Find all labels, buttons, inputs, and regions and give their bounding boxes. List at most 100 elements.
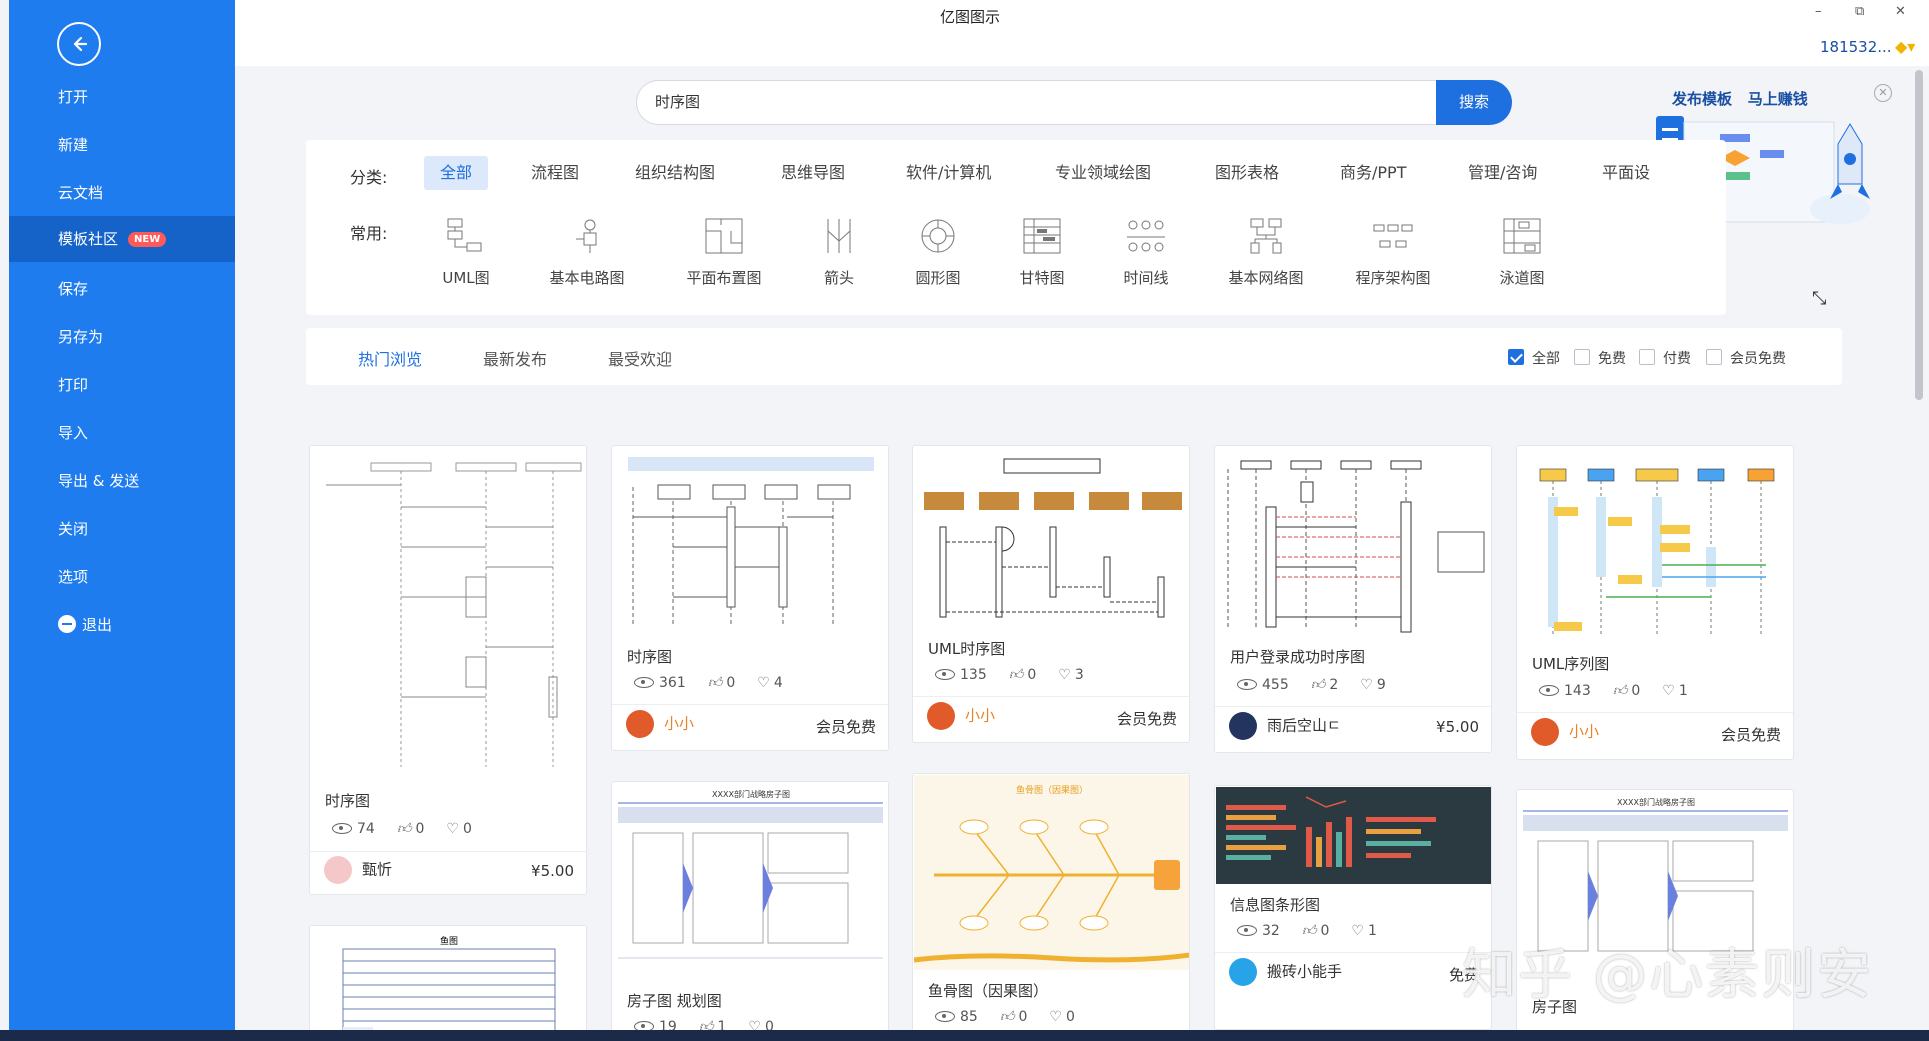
template-card[interactable]: XXXX部门战略房子图 房子图 规划图 19 👍︎ 1 ♡ 0 (611, 781, 889, 1041)
common-circuit[interactable]: 基本电路图 (537, 217, 637, 288)
sidebar-item-export-send[interactable]: 导出 & 发送 (9, 458, 235, 504)
author[interactable]: 雨后空山ㄷ (1229, 712, 1341, 740)
common-floor-plan[interactable]: 平面布置图 (674, 217, 774, 288)
svg-text:XXXX部门战略房子图: XXXX部门战略房子图 (1617, 797, 1695, 807)
scrollbar-thumb[interactable] (1915, 70, 1923, 400)
sidebar-item-open[interactable]: 打开 (9, 74, 235, 120)
eye-icon (935, 1010, 955, 1022)
back-arrow-icon[interactable] (57, 22, 101, 66)
tab-hot[interactable]: 热门浏览 (358, 346, 422, 370)
sidebar-item-cloud-docs[interactable]: 云文档 (9, 170, 235, 216)
filter-paid-checkbox[interactable]: 付费 (1639, 348, 1691, 368)
category-all[interactable]: 全部 (424, 156, 489, 190)
sidebar-item-close[interactable]: 关闭 (9, 506, 235, 552)
category-mindmap[interactable]: 思维导图 (765, 156, 861, 190)
common-architecture[interactable]: 程序架构图 (1343, 217, 1443, 288)
exit-icon (58, 614, 76, 633)
common-network[interactable]: 基本网络图 (1216, 217, 1316, 288)
card-stats: 135 👍︎ 0 ♡ 3 (935, 666, 1106, 683)
sidebar: 打开 新建 云文档 模板社区 NEW 保存 另存为 打印 导入 导出 & 发送 关… (9, 0, 235, 1030)
floor-plan-icon (705, 218, 743, 254)
watermark: 知乎 @心素则安 (1462, 943, 1874, 1006)
filter-vip-free-checkbox[interactable]: 会员免费 (1706, 348, 1786, 368)
common-gantt[interactable]: 甘特图 (992, 217, 1092, 288)
expand-icon[interactable]: ⤡ (1812, 288, 1826, 309)
avatar (1229, 958, 1257, 986)
thumbs-up-icon: 👍︎ (999, 1009, 1015, 1025)
template-card[interactable]: UML序列图 143 👍︎ 0 ♡ 1 小小 会员免费 (1516, 445, 1794, 760)
promo-close-icon[interactable]: ✕ (1874, 84, 1892, 102)
heart-icon: ♡ (1049, 1009, 1062, 1025)
author[interactable]: 搬砖小能手 (1229, 958, 1342, 986)
eye-icon (1237, 924, 1257, 936)
thumbs-up-icon: 👍︎ (396, 821, 412, 837)
price: 会员免费 (815, 718, 876, 736)
category-flowchart[interactable]: 流程图 (515, 156, 595, 190)
author[interactable]: 小小 (1531, 718, 1599, 746)
uml-icon (447, 218, 482, 252)
thumbs-up-icon: 👍︎ (1612, 683, 1628, 699)
filter-bar: 热门浏览 最新发布 最受欢迎 全部 免费 付费 会员免费 (306, 328, 1842, 385)
close-button[interactable]: ✕ (1895, 4, 1906, 19)
author[interactable]: 甄忻 (324, 856, 392, 884)
template-card[interactable]: 鱼骨图（因果图） 鱼骨图（因果图） 85 👍︎ 0 ♡ 0 (912, 773, 1190, 1041)
common-circle[interactable]: 圆形图 (888, 217, 988, 288)
category-business-ppt[interactable]: 商务/PPT (1324, 156, 1422, 190)
gantt-icon (1023, 218, 1061, 254)
category-professional[interactable]: 专业领域绘图 (1039, 156, 1167, 190)
template-card[interactable]: UML时序图 135 👍︎ 0 ♡ 3 小小 会员免费 (912, 445, 1190, 743)
common-swimlane[interactable]: 泳道图 (1472, 217, 1572, 288)
sidebar-item-exit[interactable]: 退出 (9, 602, 235, 648)
search-input[interactable] (655, 81, 1255, 124)
vip-diamond-icon[interactable]: ◆▾ (1895, 37, 1915, 56)
avatar (927, 702, 955, 730)
heart-icon: ♡ (1351, 923, 1364, 939)
template-card[interactable]: 鱼图 (309, 925, 587, 1041)
common-timeline[interactable]: 时间线 (1096, 217, 1196, 288)
user-id[interactable]: 181532... (1820, 38, 1892, 56)
circle-chart-icon (921, 219, 955, 253)
category-org-chart[interactable]: 组织结构图 (619, 156, 731, 190)
template-card[interactable]: 信息图条形图 32 👍︎ 0 ♡ 1 搬砖小能手 免费 (1214, 785, 1492, 1030)
sidebar-item-options[interactable]: 选项 (9, 554, 235, 600)
architecture-icon (1373, 224, 1413, 248)
svg-text:鱼骨图（因果图）: 鱼骨图（因果图） (1016, 784, 1088, 796)
sidebar-item-new[interactable]: 新建 (9, 122, 235, 168)
sidebar-item-import[interactable]: 导入 (9, 410, 235, 456)
template-card[interactable]: 时序图 74 👍︎ 0 ♡ 0 甄忻 ¥5.00 (309, 445, 587, 895)
price: 会员免费 (1720, 726, 1781, 744)
avatar (324, 856, 352, 884)
filter-all-checkbox[interactable]: 全部 (1508, 348, 1560, 368)
search-box: 搜索 (636, 80, 1512, 125)
sidebar-item-save[interactable]: 保存 (9, 266, 235, 312)
checkbox-icon (1574, 349, 1590, 365)
house-diagram-thumbnail: XXXX部门战略房子图 (618, 789, 883, 959)
vertical-scrollbar[interactable] (1912, 70, 1926, 1030)
category-graphic-table[interactable]: 图形表格 (1199, 156, 1295, 190)
category-floor-plan[interactable]: 平面设 (1586, 156, 1666, 190)
sidebar-item-print[interactable]: 打印 (9, 362, 235, 408)
category-software[interactable]: 软件/计算机 (890, 156, 1007, 190)
sidebar-item-save-as[interactable]: 另存为 (9, 314, 235, 360)
filter-free-checkbox[interactable]: 免费 (1574, 348, 1626, 368)
common-uml[interactable]: UML图 (416, 217, 516, 288)
search-button[interactable]: 搜索 (1436, 80, 1512, 125)
minimize-button[interactable]: – (1815, 4, 1822, 19)
template-card[interactable]: 时序图 361 👍︎ 0 ♡ 4 小小 会员免费 (611, 445, 889, 751)
tab-popular[interactable]: 最受欢迎 (608, 346, 672, 370)
price: ¥5.00 (1436, 718, 1479, 736)
card-stats: 455 👍︎ 2 ♡ 9 (1237, 676, 1408, 693)
common-arrow[interactable]: 箭头 (789, 217, 889, 288)
category-management[interactable]: 管理/咨询 (1452, 156, 1553, 190)
template-card[interactable]: 用户登录成功时序图 455 👍︎ 2 ♡ 9 雨后空山ㄷ ¥5.00 (1214, 445, 1492, 753)
restore-button[interactable]: ⧉ (1855, 4, 1864, 19)
promo-text[interactable]: 发布模板 马上赚钱 (1672, 88, 1808, 109)
app-title: 亿图图示 (940, 8, 1001, 26)
tab-latest[interactable]: 最新发布 (483, 346, 547, 370)
sequence-diagram-thumbnail (628, 457, 874, 627)
heart-icon: ♡ (446, 821, 459, 837)
price: ¥5.00 (531, 862, 574, 880)
author[interactable]: 小小 (626, 710, 694, 738)
author[interactable]: 小小 (927, 702, 995, 730)
sidebar-item-template-community[interactable]: 模板社区 NEW (9, 216, 235, 262)
